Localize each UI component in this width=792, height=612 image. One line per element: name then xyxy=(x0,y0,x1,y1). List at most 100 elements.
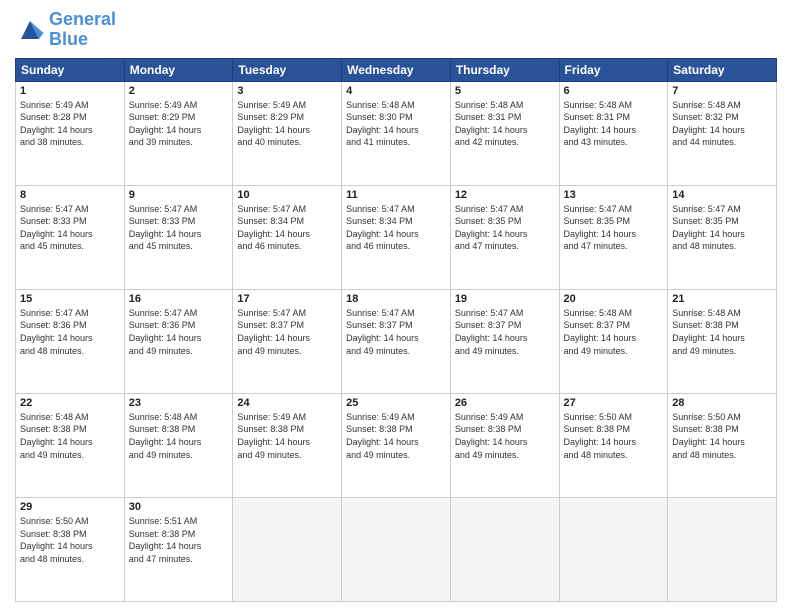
day-number: 24 xyxy=(237,397,337,409)
day-info: Sunrise: 5:49 AM Sunset: 8:38 PM Dayligh… xyxy=(346,411,446,461)
day-number: 20 xyxy=(564,293,664,305)
day-info: Sunrise: 5:49 AM Sunset: 8:38 PM Dayligh… xyxy=(455,411,555,461)
weekday-header: Sunday xyxy=(16,58,125,81)
day-info: Sunrise: 5:47 AM Sunset: 8:33 PM Dayligh… xyxy=(129,203,229,253)
day-number: 12 xyxy=(455,189,555,201)
calendar-cell: 25 Sunrise: 5:49 AM Sunset: 8:38 PM Dayli… xyxy=(342,393,451,497)
day-info: Sunrise: 5:47 AM Sunset: 8:36 PM Dayligh… xyxy=(129,307,229,357)
calendar-cell: 9 Sunrise: 5:47 AM Sunset: 8:33 PM Daylig… xyxy=(124,185,233,289)
weekday-header: Saturday xyxy=(668,58,777,81)
day-info: Sunrise: 5:48 AM Sunset: 8:32 PM Dayligh… xyxy=(672,99,772,149)
day-info: Sunrise: 5:48 AM Sunset: 8:38 PM Dayligh… xyxy=(20,411,120,461)
day-info: Sunrise: 5:47 AM Sunset: 8:33 PM Dayligh… xyxy=(20,203,120,253)
day-number: 9 xyxy=(129,189,229,201)
day-number: 6 xyxy=(564,85,664,97)
weekday-header: Friday xyxy=(559,58,668,81)
calendar-cell: 1 Sunrise: 5:49 AM Sunset: 8:28 PM Daylig… xyxy=(16,81,125,185)
logo: General Blue xyxy=(15,10,116,50)
calendar-cell xyxy=(668,497,777,601)
day-info: Sunrise: 5:47 AM Sunset: 8:35 PM Dayligh… xyxy=(564,203,664,253)
calendar-cell: 14 Sunrise: 5:47 AM Sunset: 8:35 PM Dayli… xyxy=(668,185,777,289)
calendar-cell: 28Sunrise: 5:50 AM Sunset: 8:38 PM Dayli… xyxy=(668,393,777,497)
day-info: Sunrise: 5:48 AM Sunset: 8:31 PM Dayligh… xyxy=(455,99,555,149)
day-number: 11 xyxy=(346,189,446,201)
day-number: 18 xyxy=(346,293,446,305)
weekday-header: Thursday xyxy=(450,58,559,81)
day-info: Sunrise: 5:49 AM Sunset: 8:38 PM Dayligh… xyxy=(237,411,337,461)
calendar-cell: 11 Sunrise: 5:47 AM Sunset: 8:34 PM Dayli… xyxy=(342,185,451,289)
calendar-cell xyxy=(233,497,342,601)
calendar-cell: 19 Sunrise: 5:47 AM Sunset: 8:37 PM Dayli… xyxy=(450,289,559,393)
day-info: Sunrise: 5:47 AM Sunset: 8:37 PM Dayligh… xyxy=(237,307,337,357)
calendar-cell: 24 Sunrise: 5:49 AM Sunset: 8:38 PM Dayli… xyxy=(233,393,342,497)
day-info: Sunrise: 5:47 AM Sunset: 8:36 PM Dayligh… xyxy=(20,307,120,357)
day-number: 16 xyxy=(129,293,229,305)
calendar-cell: 10 Sunrise: 5:47 AM Sunset: 8:34 PM Dayli… xyxy=(233,185,342,289)
day-info: Sunrise: 5:47 AM Sunset: 8:34 PM Dayligh… xyxy=(346,203,446,253)
calendar-cell xyxy=(559,497,668,601)
calendar-table: SundayMondayTuesdayWednesdayThursdayFrid… xyxy=(15,58,777,602)
calendar-cell: 13 Sunrise: 5:47 AM Sunset: 8:35 PM Dayli… xyxy=(559,185,668,289)
day-info: Sunrise: 5:47 AM Sunset: 8:35 PM Dayligh… xyxy=(455,203,555,253)
day-number: 19 xyxy=(455,293,555,305)
day-number: 4 xyxy=(346,85,446,97)
day-info: Sunrise: 5:48 AM Sunset: 8:38 PM Dayligh… xyxy=(129,411,229,461)
calendar-cell: 17 Sunrise: 5:47 AM Sunset: 8:37 PM Dayli… xyxy=(233,289,342,393)
calendar-cell: 12 Sunrise: 5:47 AM Sunset: 8:35 PM Dayli… xyxy=(450,185,559,289)
day-number: 1 xyxy=(20,85,120,97)
day-number: 22 xyxy=(20,397,120,409)
day-info: Sunrise: 5:48 AM Sunset: 8:38 PM Dayligh… xyxy=(672,307,772,357)
day-number: 2 xyxy=(129,85,229,97)
day-number: 27 xyxy=(564,397,664,409)
day-number: 26 xyxy=(455,397,555,409)
day-number: 21 xyxy=(672,293,772,305)
day-number: 30 xyxy=(129,501,229,513)
calendar-cell: 3Sunrise: 5:49 AM Sunset: 8:29 PM Daylig… xyxy=(233,81,342,185)
logo-icon xyxy=(15,15,45,45)
calendar-cell: 27 Sunrise: 5:50 AM Sunset: 8:38 PM Dayli… xyxy=(559,393,668,497)
day-info: Sunrise: 5:50 AM Sunset: 8:38 PM Dayligh… xyxy=(20,515,120,565)
day-number: 3 xyxy=(237,85,337,97)
day-info: Sunrise: 5:47 AM Sunset: 8:37 PM Dayligh… xyxy=(346,307,446,357)
day-info: Sunrise: 5:47 AM Sunset: 8:35 PM Dayligh… xyxy=(672,203,772,253)
day-number: 29 xyxy=(20,501,120,513)
calendar-cell xyxy=(450,497,559,601)
calendar-cell: 30 Sunrise: 5:51 AM Sunset: 8:38 PM Dayli… xyxy=(124,497,233,601)
page: General Blue SundayMondayTuesdayWednesda… xyxy=(0,0,792,612)
day-info: Sunrise: 5:49 AM Sunset: 8:29 PM Dayligh… xyxy=(129,99,229,149)
day-info: Sunrise: 5:50 AM Sunset: 8:38 PM Dayligh… xyxy=(564,411,664,461)
day-info: Sunrise: 5:51 AM Sunset: 8:38 PM Dayligh… xyxy=(129,515,229,565)
day-number: 28 xyxy=(672,397,772,409)
day-number: 14 xyxy=(672,189,772,201)
day-number: 15 xyxy=(20,293,120,305)
day-info: Sunrise: 5:49 AM Sunset: 8:28 PM Dayligh… xyxy=(20,99,120,149)
weekday-header: Monday xyxy=(124,58,233,81)
calendar-cell: 8 Sunrise: 5:47 AM Sunset: 8:33 PM Daylig… xyxy=(16,185,125,289)
day-info: Sunrise: 5:48 AM Sunset: 8:31 PM Dayligh… xyxy=(564,99,664,149)
day-info: Sunrise: 5:47 AM Sunset: 8:34 PM Dayligh… xyxy=(237,203,337,253)
calendar-cell: 6 Sunrise: 5:48 AM Sunset: 8:31 PM Daylig… xyxy=(559,81,668,185)
day-number: 13 xyxy=(564,189,664,201)
calendar-cell: 22 Sunrise: 5:48 AM Sunset: 8:38 PM Dayli… xyxy=(16,393,125,497)
day-number: 25 xyxy=(346,397,446,409)
header: General Blue xyxy=(15,10,777,50)
calendar-cell: 2 Sunrise: 5:49 AM Sunset: 8:29 PM Daylig… xyxy=(124,81,233,185)
calendar-cell xyxy=(342,497,451,601)
calendar-cell: 18 Sunrise: 5:47 AM Sunset: 8:37 PM Dayli… xyxy=(342,289,451,393)
day-number: 10 xyxy=(237,189,337,201)
calendar-cell: 4Sunrise: 5:48 AM Sunset: 8:30 PM Daylig… xyxy=(342,81,451,185)
day-number: 7 xyxy=(672,85,772,97)
logo-text: General Blue xyxy=(49,10,116,50)
day-number: 17 xyxy=(237,293,337,305)
calendar-cell: 23 Sunrise: 5:48 AM Sunset: 8:38 PM Dayli… xyxy=(124,393,233,497)
day-number: 5 xyxy=(455,85,555,97)
calendar-cell: 7 Sunrise: 5:48 AM Sunset: 8:32 PM Daylig… xyxy=(668,81,777,185)
calendar-cell: 5 Sunrise: 5:48 AM Sunset: 8:31 PM Daylig… xyxy=(450,81,559,185)
day-number: 8 xyxy=(20,189,120,201)
day-number: 23 xyxy=(129,397,229,409)
day-info: Sunrise: 5:47 AM Sunset: 8:37 PM Dayligh… xyxy=(455,307,555,357)
calendar-cell: 21 Sunrise: 5:48 AM Sunset: 8:38 PM Dayli… xyxy=(668,289,777,393)
day-info: Sunrise: 5:48 AM Sunset: 8:37 PM Dayligh… xyxy=(564,307,664,357)
calendar-cell: 16 Sunrise: 5:47 AM Sunset: 8:36 PM Dayli… xyxy=(124,289,233,393)
weekday-header: Wednesday xyxy=(342,58,451,81)
